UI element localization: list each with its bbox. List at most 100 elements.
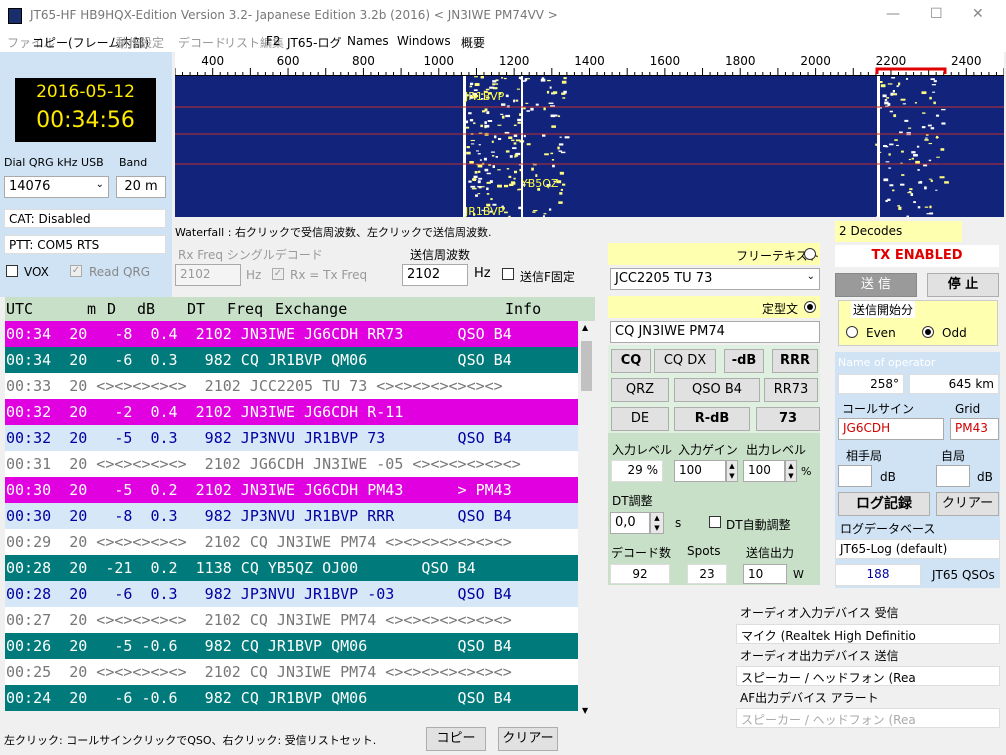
audio-out-device[interactable]: スピーカー / ヘッドフォン (Rea: [736, 666, 1000, 686]
macro-button[interactable]: -dB: [724, 349, 764, 373]
macro-button[interactable]: RRR: [772, 349, 818, 373]
signal-speck: [500, 77, 504, 79]
signal-speck: [921, 126, 926, 129]
free-text-select[interactable]: JCC2205 TU 73 ⌄: [610, 268, 820, 290]
clear-list-button[interactable]: クリアー: [498, 727, 558, 751]
menu-item-9[interactable]: 概要: [461, 34, 485, 51]
signal-speck: [933, 80, 937, 83]
my-report-field[interactable]: [936, 465, 970, 487]
table-row[interactable]: 00:32 20 -5 0.3 982 JP3NVU JR1BVP 73 QSO…: [5, 425, 578, 451]
send-button[interactable]: 送 信: [835, 273, 917, 297]
in-gain-stepper[interactable]: ▲ ▼: [726, 460, 738, 482]
maximize-icon[interactable]: ☐: [930, 6, 943, 22]
in-gain-field[interactable]: 100: [674, 460, 726, 482]
table-row[interactable]: 00:33 20 <><><><><> 2102 JCC2205 TU 73 <…: [5, 373, 578, 399]
menu-item-5[interactable]: F2: [266, 34, 281, 48]
his-report-field[interactable]: [838, 465, 872, 487]
dial-qrg-select[interactable]: 14076 ⌄: [4, 176, 109, 198]
callsign-field[interactable]: JG6CDH: [838, 418, 944, 440]
signal-speck: [935, 114, 940, 117]
grid-field[interactable]: PM43: [950, 418, 999, 440]
odd-radio[interactable]: [922, 326, 934, 338]
waterfall-display[interactable]: JR1BVP YB5QZ JR1BVP: [175, 76, 1004, 219]
table-row[interactable]: 00:28 20 -21 0.2 1138 CQ YB5QZ OJ00 QSO …: [5, 555, 578, 581]
signal-speck: [918, 181, 923, 184]
minimize-icon[interactable]: —: [886, 6, 900, 22]
menu-item-7[interactable]: Names: [347, 34, 389, 48]
table-row[interactable]: 00:32 20 -2 0.4 2102 JN3IWE JG6CDH R-11: [5, 399, 578, 425]
read-qrg-checkbox[interactable]: ✓: [70, 265, 82, 277]
out-level-field[interactable]: 100: [743, 460, 785, 482]
macro-button[interactable]: DE: [611, 407, 669, 431]
out-level-stepper[interactable]: ▲ ▼: [785, 460, 797, 482]
signal-speck: [564, 136, 570, 139]
signal-speck: [491, 155, 495, 157]
dt-field[interactable]: 0,0: [610, 512, 650, 534]
macro-button[interactable]: QRZ: [611, 378, 669, 402]
in-level-value: 29 %: [611, 460, 663, 482]
fixed-text-radio[interactable]: [804, 301, 816, 313]
audio-in-device[interactable]: マイク (Realtek High Definitio: [736, 624, 1000, 644]
macro-button[interactable]: CQ DX: [654, 349, 716, 373]
fixed-text-field[interactable]: CQ JN3IWE PM74: [610, 321, 820, 343]
table-scrollbar[interactable]: ▲ ▼: [579, 321, 594, 717]
band-field[interactable]: 20 m: [116, 176, 166, 198]
signal-speck: [524, 78, 528, 81]
free-text-radio[interactable]: [804, 248, 816, 260]
macro-button[interactable]: QSO B4: [674, 378, 760, 402]
menu-item-6[interactable]: JT65-ログ: [287, 34, 341, 51]
signal-speck: [887, 83, 893, 85]
menu-item-3[interactable]: デコード: [178, 34, 226, 51]
copy-button[interactable]: コピー: [426, 727, 486, 751]
tx-power-field[interactable]: 10: [743, 564, 787, 584]
even-radio[interactable]: [846, 326, 858, 338]
log-database-value: JT65-Log (default): [835, 539, 1000, 559]
dt-auto-checkbox[interactable]: [709, 516, 721, 528]
signal-speck: [893, 114, 897, 118]
table-row[interactable]: 00:26 20 -5 -0.6 982 CQ JR1BVP QM06 QSO …: [5, 633, 578, 659]
tx-freq-field[interactable]: 2102: [402, 264, 468, 286]
rx-eq-tx-checkbox: ✓: [272, 268, 284, 280]
stop-button[interactable]: 停 止: [927, 273, 999, 297]
signal-speck: [479, 159, 482, 161]
dt-stepper[interactable]: ▲ ▼: [650, 512, 664, 534]
tx-fixed-label: 送信F固定: [520, 270, 575, 284]
signal-speck: [497, 124, 502, 126]
callsign-label: コールサイン: [842, 402, 915, 416]
signal-speck: [497, 169, 501, 171]
menu-item-2[interactable]: 動作設定: [116, 34, 164, 51]
table-row[interactable]: 00:25 20 <><><><><> 2102 CQ JN3IWE PM74 …: [5, 659, 578, 685]
table-row[interactable]: 00:30 20 -8 0.3 982 JP3NVU JR1BVP RRR QS…: [5, 503, 578, 529]
table-row[interactable]: 00:24 20 -6 -0.6 982 CQ JR1BVP QM06 QSO …: [5, 685, 578, 711]
table-row[interactable]: 00:29 20 <><><><><> 2102 CQ JN3IWE PM74 …: [5, 529, 578, 555]
decode-table-header: UTC m D dB DT Freq Exchange Info: [5, 297, 595, 321]
table-row[interactable]: 00:30 20 -5 0.2 2102 JN3IWE JG6CDH PM43 …: [5, 477, 578, 503]
scroll-up-icon[interactable]: ▲: [582, 323, 588, 332]
tx-fixed-checkbox[interactable]: [502, 268, 514, 280]
signal-speck: [899, 131, 903, 134]
log-button[interactable]: ログ記録: [838, 492, 930, 516]
close-icon[interactable]: ✕: [972, 6, 984, 22]
signal-speck: [469, 161, 474, 164]
table-row[interactable]: 00:27 20 <><><><><> 2102 CQ JN3IWE PM74 …: [5, 607, 578, 633]
signal-speck: [473, 175, 478, 179]
table-row[interactable]: 00:34 20 -8 0.4 2102 JN3IWE JG6CDH RR73 …: [5, 321, 578, 347]
vox-checkbox[interactable]: [6, 265, 18, 277]
scroll-down-icon[interactable]: ▼: [582, 706, 588, 715]
table-row[interactable]: 00:34 20 -6 0.3 982 CQ JR1BVP QM06 QSO B…: [5, 347, 578, 373]
table-row[interactable]: 00:28 20 -6 0.3 982 JP3NVU JR1BVP -03 QS…: [5, 581, 578, 607]
signal-speck: [469, 82, 474, 86]
signal-speck: [544, 153, 549, 156]
scroll-thumb[interactable]: [581, 341, 592, 391]
decodes-count-label: デコード数: [611, 546, 672, 560]
signal-speck: [889, 143, 894, 146]
macro-button[interactable]: R-dB: [674, 407, 750, 431]
macro-button[interactable]: 73: [756, 407, 820, 431]
macro-button[interactable]: CQ: [611, 349, 651, 373]
window-title: JT65-HF HB9HQX-Edition Version 3.2- Japa…: [30, 8, 558, 22]
table-row[interactable]: 00:31 20 <><><><><> 2102 JG6CDH JN3IWE -…: [5, 451, 578, 477]
menu-item-8[interactable]: Windows: [397, 34, 451, 48]
clear-operator-button[interactable]: クリアー: [936, 492, 999, 516]
signal-speck: [935, 136, 939, 139]
macro-button[interactable]: RR73: [764, 378, 818, 402]
